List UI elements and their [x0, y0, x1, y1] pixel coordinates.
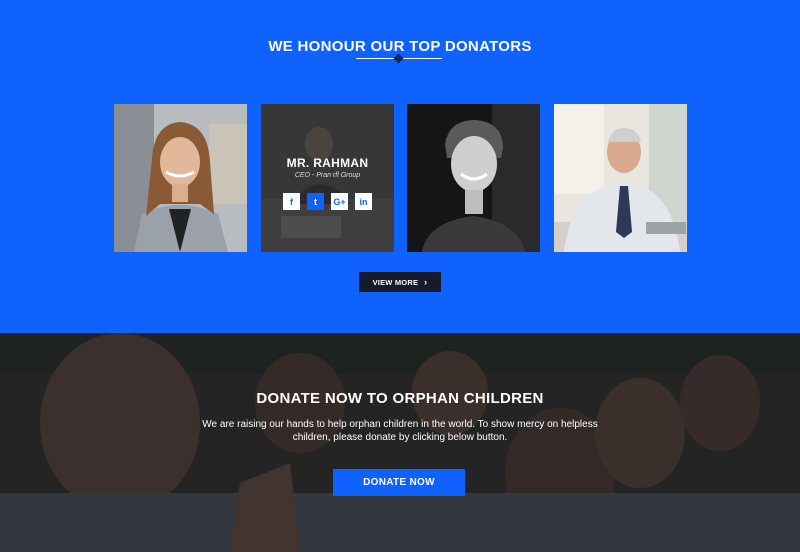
donator-name: MR. RAHMAN: [286, 156, 369, 170]
google-plus-icon[interactable]: G+: [331, 193, 348, 210]
donator-role: CEO - Pran rfl Group: [294, 172, 361, 179]
view-more-button[interactable]: VIEW MORE ›: [359, 272, 441, 292]
donate-section: DONATE NOW TO ORPHAN CHILDREN We are rai…: [0, 333, 800, 552]
title-divider: [356, 53, 442, 64]
facebook-icon[interactable]: f: [283, 193, 300, 210]
twitter-icon[interactable]: t: [307, 193, 324, 210]
donator-card-4[interactable]: [554, 104, 687, 252]
card-overlay: MR. RAHMAN CEO - Pran rfl Group f t G+ i…: [261, 104, 394, 252]
donate-title: DONATE NOW TO ORPHAN CHILDREN: [256, 390, 544, 407]
donator-photo: [114, 104, 247, 252]
social-links: f t G+ in: [283, 193, 372, 210]
linkedin-icon[interactable]: in: [355, 193, 372, 210]
view-more-label: VIEW MORE: [372, 277, 419, 287]
donator-card-3[interactable]: [407, 104, 540, 252]
donator-photo: [554, 104, 687, 252]
top-donators-section: WE HONOUR OUR TOP DONATORS MR. RAHMAN CE…: [0, 0, 800, 333]
donate-now-button[interactable]: DONATE NOW: [333, 469, 465, 496]
diamond-icon: [393, 53, 404, 64]
donate-description: We are raising our hands to help orphan …: [202, 419, 598, 443]
section-title: WE HONOUR OUR TOP DONATORS: [268, 38, 532, 55]
donator-card-featured[interactable]: MR. RAHMAN CEO - Pran rfl Group f t G+ i…: [261, 104, 394, 252]
chevron-right-icon: ›: [424, 277, 428, 287]
donator-photo: [407, 104, 540, 252]
donator-card-1[interactable]: [114, 104, 247, 252]
